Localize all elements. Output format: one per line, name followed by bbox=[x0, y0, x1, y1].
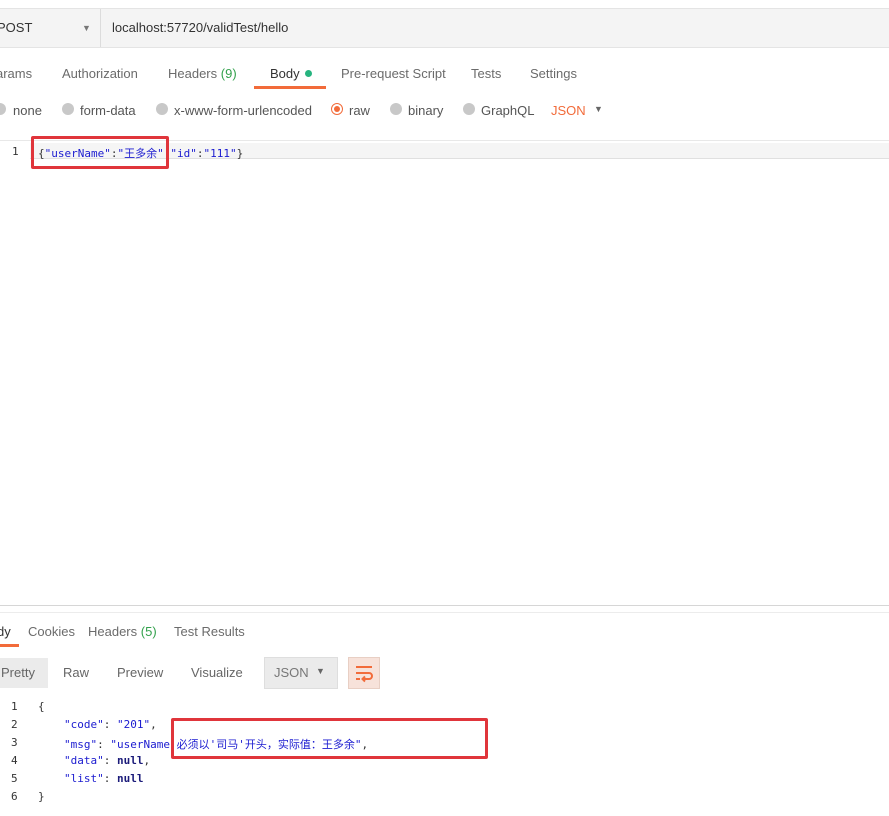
body-format-select[interactable]: JSON bbox=[551, 103, 586, 118]
method-label: POST bbox=[0, 20, 33, 35]
modified-dot-icon bbox=[304, 70, 312, 77]
response-tab-test-results[interactable]: Test Results bbox=[174, 624, 245, 639]
response-line: "list": null bbox=[64, 772, 144, 785]
tab-body[interactable]: Body bbox=[270, 66, 312, 81]
radio-x-www-form-urlencoded[interactable] bbox=[156, 103, 168, 115]
tab-headers-label: Headers bbox=[168, 66, 218, 81]
tab-settings[interactable]: Settings bbox=[530, 66, 577, 81]
highlight-box bbox=[31, 136, 169, 169]
active-response-tab-indicator bbox=[0, 644, 19, 647]
response-format-label: JSON bbox=[274, 665, 309, 680]
radio-form-data[interactable] bbox=[62, 103, 74, 115]
wrap-lines-icon bbox=[356, 666, 373, 683]
radio-raw-label: raw bbox=[349, 103, 370, 118]
line-number: 6 bbox=[11, 790, 18, 803]
active-tab-indicator bbox=[254, 86, 326, 89]
tab-headers[interactable]: Headers (9) bbox=[168, 66, 237, 81]
line-number: 4 bbox=[11, 754, 18, 767]
radio-binary-label: binary bbox=[408, 103, 444, 118]
view-raw-button[interactable]: Raw bbox=[63, 658, 89, 688]
view-visualize-button[interactable]: Visualize bbox=[191, 658, 243, 688]
request-bar: POST ▼ localhost:57720/validTest/hello bbox=[0, 8, 889, 48]
chevron-down-icon[interactable]: ▼ bbox=[594, 104, 603, 114]
method-select[interactable]: POST ▼ bbox=[0, 9, 101, 47]
response-line: } bbox=[38, 790, 45, 803]
view-preview-button[interactable]: Preview bbox=[117, 658, 163, 688]
response-tab-headers-count: (5) bbox=[140, 624, 157, 639]
response-line: "code": "201", bbox=[64, 718, 157, 731]
radio-graphql[interactable] bbox=[463, 103, 475, 115]
view-pretty-button[interactable]: Pretty bbox=[0, 658, 48, 688]
tab-body-label: Body bbox=[270, 66, 300, 81]
response-format-select[interactable]: JSON ▼ bbox=[264, 657, 338, 689]
response-tab-headers-label: Headers bbox=[88, 624, 138, 639]
response-tab-body[interactable]: dy bbox=[0, 624, 11, 639]
line-number: 1 bbox=[12, 145, 19, 158]
url-input[interactable]: localhost:57720/validTest/hello bbox=[112, 20, 288, 35]
line-number: 2 bbox=[11, 718, 18, 731]
chevron-down-icon: ▼ bbox=[316, 666, 325, 676]
radio-raw[interactable] bbox=[331, 103, 343, 115]
wrap-lines-button[interactable] bbox=[348, 657, 380, 689]
radio-form-data-label: form-data bbox=[80, 103, 136, 118]
line-number: 3 bbox=[11, 736, 18, 749]
chevron-down-icon: ▼ bbox=[82, 23, 91, 33]
line-number: 1 bbox=[11, 700, 18, 713]
tab-pre-request-script[interactable]: Pre-request Script bbox=[341, 66, 446, 81]
response-line: { bbox=[38, 700, 45, 713]
line-number: 5 bbox=[11, 772, 18, 785]
highlight-box bbox=[171, 718, 488, 759]
response-tab-cookies[interactable]: Cookies bbox=[28, 624, 75, 639]
radio-none[interactable] bbox=[0, 103, 6, 115]
radio-urlencoded-label: x-www-form-urlencoded bbox=[174, 103, 312, 118]
response-line: "data": null, bbox=[64, 754, 151, 767]
radio-graphql-label: GraphQL bbox=[481, 103, 535, 118]
tab-authorization[interactable]: Authorization bbox=[62, 66, 138, 81]
tab-headers-count: (9) bbox=[220, 66, 237, 81]
tab-tests[interactable]: Tests bbox=[471, 66, 501, 81]
radio-none-label: none bbox=[13, 103, 42, 118]
response-tab-headers[interactable]: Headers (5) bbox=[88, 624, 157, 639]
pane-divider-shadow bbox=[0, 612, 889, 613]
tab-params[interactable]: arams bbox=[0, 66, 32, 81]
radio-binary[interactable] bbox=[390, 103, 402, 115]
pane-divider[interactable] bbox=[0, 605, 889, 606]
